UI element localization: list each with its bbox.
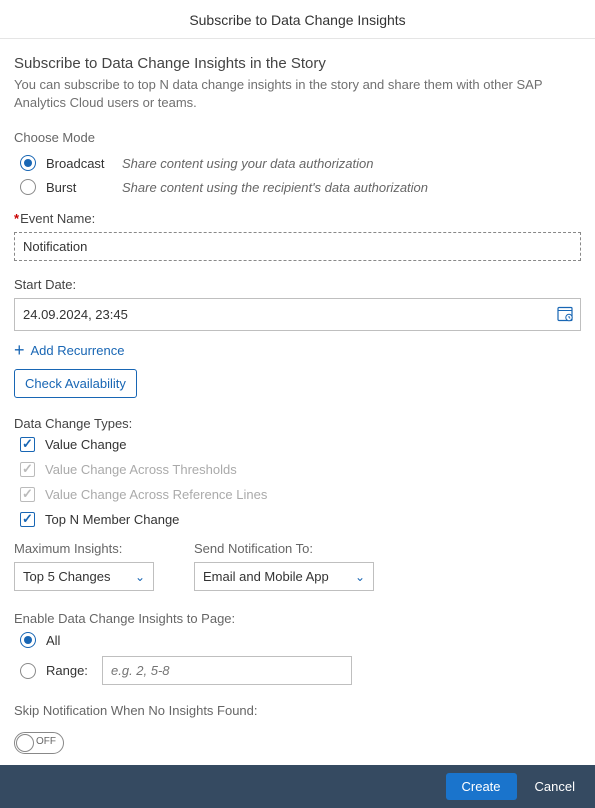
reference-lines-label: Value Change Across Reference Lines [45, 487, 267, 502]
plus-icon: + [14, 341, 25, 359]
send-notification-label: Send Notification To: [194, 541, 374, 556]
max-insights-col: Maximum Insights: Top 5 Changes ⌄ [14, 541, 154, 591]
event-name-label-text: Event Name: [20, 211, 95, 226]
subscribe-dialog: Subscribe to Data Change Insights Subscr… [0, 0, 595, 808]
create-button[interactable]: Create [446, 773, 517, 800]
event-name-label: *Event Name: [14, 211, 581, 226]
add-recurrence-label: Add Recurrence [31, 343, 125, 358]
required-star: * [14, 211, 19, 226]
enable-range-label: Range: [46, 663, 102, 678]
toggle-off-label: OFF [36, 736, 56, 747]
toggle-track: OFF [14, 732, 64, 754]
two-col: Maximum Insights: Top 5 Changes ⌄ Send N… [14, 541, 581, 591]
skip-notification-label: Skip Notification When No Insights Found… [14, 703, 581, 718]
choose-mode-label: Choose Mode [14, 130, 581, 145]
dialog-body: Subscribe to Data Change Insights in the… [0, 39, 595, 765]
enable-all-radio[interactable] [20, 632, 36, 648]
start-date-label: Start Date: [14, 277, 581, 292]
value-change-row: Value Change [20, 437, 581, 452]
topn-label: Top N Member Change [45, 512, 179, 527]
max-insights-value: Top 5 Changes [23, 569, 110, 584]
send-notification-select[interactable]: Email and Mobile App ⌄ [194, 562, 374, 591]
enable-range-row: Range: [20, 656, 581, 685]
add-recurrence-button[interactable]: + Add Recurrence [14, 341, 124, 359]
thresholds-row: Value Change Across Thresholds [20, 462, 581, 477]
send-notification-value: Email and Mobile App [203, 569, 329, 584]
mode-burst-hint: Share content using the recipient's data… [122, 180, 428, 195]
max-insights-label: Maximum Insights: [14, 541, 154, 556]
mode-broadcast-hint: Share content using your data authorizat… [122, 156, 374, 171]
start-date-input[interactable] [14, 298, 581, 331]
data-change-types-label: Data Change Types: [14, 416, 581, 431]
range-input[interactable] [102, 656, 352, 685]
section-desc: You can subscribe to top N data change i… [14, 76, 581, 112]
mode-burst-row: Burst Share content using the recipient'… [14, 179, 581, 195]
toggle-thumb [16, 734, 34, 752]
mode-broadcast-radio[interactable] [20, 155, 36, 171]
topn-checkbox[interactable] [20, 512, 35, 527]
calendar-icon[interactable] [557, 305, 573, 324]
max-insights-select[interactable]: Top 5 Changes ⌄ [14, 562, 154, 591]
enable-all-label: All [46, 633, 122, 648]
reference-lines-row: Value Change Across Reference Lines [20, 487, 581, 502]
cancel-button[interactable]: Cancel [529, 778, 581, 795]
topn-row: Top N Member Change [20, 512, 581, 527]
dialog-footer: Create Cancel [0, 765, 595, 808]
mode-broadcast-label: Broadcast [46, 156, 122, 171]
value-change-label: Value Change [45, 437, 126, 452]
chevron-down-icon: ⌄ [355, 570, 365, 584]
section-title: Subscribe to Data Change Insights in the… [14, 55, 581, 72]
thresholds-checkbox [20, 462, 35, 477]
mode-burst-radio[interactable] [20, 179, 36, 195]
dialog-title: Subscribe to Data Change Insights [0, 0, 595, 39]
mode-broadcast-row: Broadcast Share content using your data … [14, 155, 581, 171]
value-change-checkbox[interactable] [20, 437, 35, 452]
reference-lines-checkbox [20, 487, 35, 502]
mode-burst-label: Burst [46, 180, 122, 195]
thresholds-label: Value Change Across Thresholds [45, 462, 237, 477]
enable-page-label: Enable Data Change Insights to Page: [14, 611, 581, 626]
enable-range-radio[interactable] [20, 663, 36, 679]
check-availability-button[interactable]: Check Availability [14, 369, 137, 398]
event-name-input[interactable] [14, 232, 581, 261]
enable-all-row: All [20, 632, 581, 648]
send-notification-col: Send Notification To: Email and Mobile A… [194, 541, 374, 591]
chevron-down-icon: ⌄ [135, 570, 145, 584]
start-date-field [14, 298, 581, 331]
skip-notification-toggle[interactable]: OFF [14, 732, 64, 754]
